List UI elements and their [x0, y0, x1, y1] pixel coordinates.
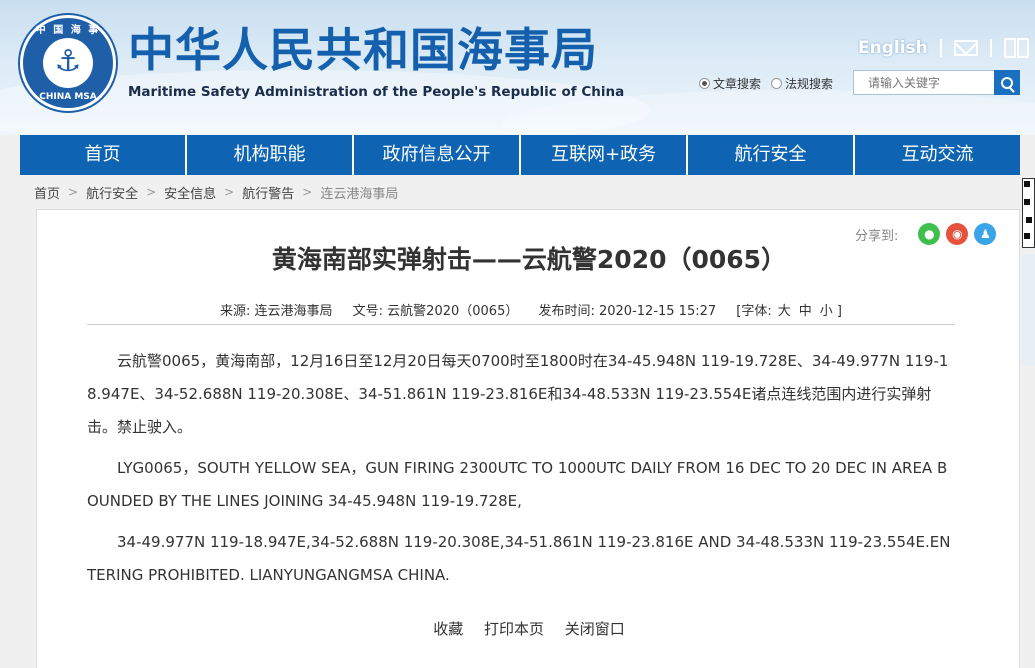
- search-option-articles[interactable]: 文章搜索: [699, 75, 761, 92]
- search-input[interactable]: [853, 70, 995, 95]
- nav-item-interaction[interactable]: 互动交流: [855, 135, 1020, 175]
- mail-icon[interactable]: [953, 40, 978, 56]
- qr-code-icon[interactable]: [1022, 178, 1035, 248]
- divider: [989, 39, 992, 57]
- radio-icon: [771, 77, 783, 89]
- breadcrumb-navigation-safety[interactable]: 航行安全: [86, 183, 138, 202]
- article-meta: 来源: 连云港海事局 文号: 云航警2020（0065） 发布时间: 2020-…: [37, 300, 1021, 319]
- breadcrumb-nav-warnings[interactable]: 航行警告: [242, 183, 294, 202]
- font-size-small[interactable]: 小 ]: [820, 304, 842, 319]
- article-body: 云航警0065，黄海南部，12月16日至12月20日每天0700时至1800时在…: [87, 345, 955, 600]
- print-link[interactable]: 打印本页: [484, 620, 544, 638]
- breadcrumb-separator-icon: >: [302, 185, 313, 199]
- search-option-label: 法规搜索: [785, 76, 834, 91]
- article-source: 来源: 连云港海事局: [220, 304, 333, 319]
- search-type-options: 文章搜索 法规搜索: [699, 72, 843, 94]
- search-button[interactable]: [994, 70, 1020, 95]
- breadcrumb-separator-icon: >: [224, 185, 235, 199]
- favorite-link[interactable]: 收藏: [433, 620, 463, 638]
- nav-item-internet-gov[interactable]: 互联网+政务: [521, 135, 688, 175]
- radio-icon: [699, 77, 710, 89]
- book-icon[interactable]: [1003, 38, 1030, 58]
- breadcrumb-separator-icon: >: [68, 185, 79, 199]
- article-paragraph-en-2: 34-49.977N 119-18.947E,34-52.688N 119-20…: [87, 533, 951, 584]
- search-option-label: 文章搜索: [713, 76, 762, 91]
- font-size-large[interactable]: 大: [778, 304, 791, 319]
- main-nav: 首页 机构职能 政府信息公开 互联网+政务 航行安全 互动交流: [20, 135, 1020, 175]
- font-size-label: [字体:: [736, 304, 772, 319]
- logo-text-top: 中 国 海 事: [35, 25, 101, 36]
- breadcrumb-separator-icon: >: [146, 185, 157, 199]
- side-float-panel[interactable]: [1022, 255, 1035, 365]
- close-window-link[interactable]: 关闭窗口: [565, 620, 625, 638]
- divider: [939, 39, 942, 57]
- anchor-icon: ⚓: [54, 44, 82, 79]
- article-paragraph-cn: 云航警0065，黄海南部，12月16日至12月20日每天0700时至1800时在…: [87, 352, 949, 436]
- msa-logo[interactable]: 中 国 海 事 ⚓ CHINA MSA: [20, 15, 116, 111]
- site-header: 中 国 海 事 ⚓ CHINA MSA 中华人民共和国海事局 Maritime …: [0, 0, 1035, 135]
- search-option-regulations[interactable]: 法规搜索: [771, 75, 833, 92]
- breadcrumb-safety-info[interactable]: 安全信息: [164, 183, 216, 202]
- meta-divider: [87, 324, 955, 325]
- nav-item-navigation-safety[interactable]: 航行安全: [688, 135, 855, 175]
- article-actions: 收藏 打印本页 关闭窗口: [37, 618, 1021, 639]
- breadcrumb-current[interactable]: 连云港海事局: [320, 183, 398, 202]
- breadcrumb: 首页 > 航行安全 > 安全信息 > 航行警告 > 连云港海事局: [20, 175, 1020, 209]
- site-title-cn: 中华人民共和国海事局: [128, 23, 598, 77]
- nav-item-home[interactable]: 首页: [20, 135, 187, 175]
- article-paragraph-en-1: LYG0065，SOUTH YELLOW SEA，GUN FIRING 2300…: [87, 459, 948, 510]
- site-title-en: Maritime Safety Administration of the Pe…: [128, 84, 625, 100]
- english-link[interactable]: English: [858, 38, 928, 58]
- logo-emblem: ⚓: [43, 38, 93, 88]
- article-panel: 分享到: ● ◉ ♟ 黄海南部实弹射击——云航警2020（0065） 来源: 连…: [36, 209, 1020, 668]
- nav-item-gov-info[interactable]: 政府信息公开: [354, 135, 521, 175]
- breadcrumb-home[interactable]: 首页: [34, 183, 60, 202]
- article-doc-number: 文号: 云航警2020（0065）: [352, 304, 519, 319]
- top-links: English: [858, 36, 1030, 60]
- nav-item-functions[interactable]: 机构职能: [187, 135, 354, 175]
- article-publish-time: 发布时间: 2020-12-15 15:27: [538, 304, 717, 319]
- article-title: 黄海南部实弹射击——云航警2020（0065）: [271, 245, 787, 274]
- font-size-medium[interactable]: 中: [799, 304, 812, 319]
- search-icon: [1001, 76, 1013, 89]
- logo-text-bottom: CHINA MSA: [39, 92, 97, 102]
